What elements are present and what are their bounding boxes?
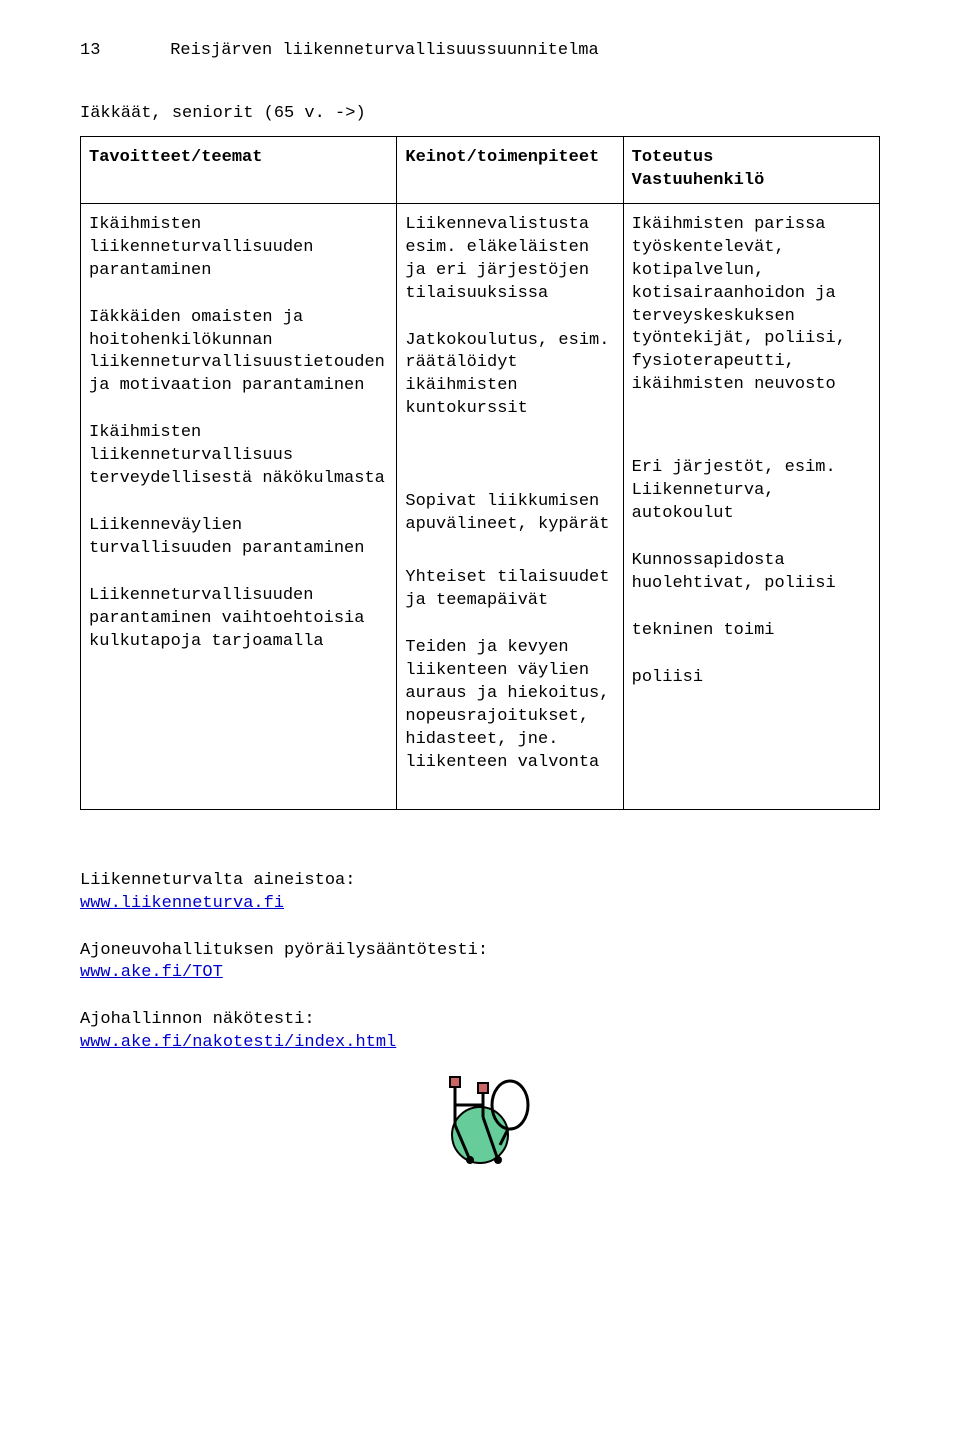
means-text: Liikennevalistusta esim. eläkeläisten ja… [405,214,614,306]
bicycle-icon [420,1065,540,1165]
th-keinot: Keinot/toimenpiteet [397,136,623,203]
source-label: Ajoneuvohallituksen pyöräilysääntötesti: [80,940,880,963]
responsible-text: Ikäihmisten parissa työskentelevät, koti… [632,214,871,398]
th-toteutus-line2: Vastuuhenkilö [632,171,765,190]
goal-text: Liikenneväylien turvallisuuden parantami… [89,515,388,561]
means-text: Teiden ja kevyen liikenteen väylien aura… [405,637,614,775]
goal-text: Ikäihmisten liikenneturvallisuus terveyd… [89,422,388,491]
doc-title: Reisjärven liikenneturvallisuussuunnitel… [170,41,598,60]
source-block: Ajoneuvohallituksen pyöräilysääntötesti:… [80,940,880,986]
table-body-row: Ikäihmisten liikenneturvallisuuden paran… [81,203,880,809]
source-label: Liikenneturvalta aineistoa: [80,870,880,893]
plan-table: Tavoitteet/teemat Keinot/toimenpiteet To… [80,136,880,810]
running-header: 13 Reisjärven liikenneturvallisuussuunni… [80,40,880,63]
source-link[interactable]: www.liikenneturva.fi [80,894,284,913]
cell-keinot: Liikennevalistusta esim. eläkeläisten ja… [397,203,623,809]
responsible-text: Kunnossapidosta huolehtivat, poliisi [632,550,871,596]
responsible-text: poliisi [632,667,871,690]
goal-text: Iäkkäiden omaisten ja hoitohenkilökunnan… [89,307,388,399]
responsible-text: Eri järjestöt, esim. Liikenneturva, auto… [632,457,871,526]
source-block: Ajohallinnon näkötesti: www.ake.fi/nakot… [80,1009,880,1055]
page-number: 13 [80,40,160,63]
means-text: Jatkokoulutus, esim. räätälöidyt ikäihmi… [405,330,614,422]
source-label: Ajohallinnon näkötesti: [80,1009,880,1032]
source-link[interactable]: www.ake.fi/nakotesti/index.html [80,1033,396,1052]
footer-sources: Liikenneturvalta aineistoa: www.liikenne… [80,870,880,1175]
page: 13 Reisjärven liikenneturvallisuussuunni… [0,0,960,1441]
section-subtitle: Iäkkäät, seniorit (65 v. ->) [80,103,880,126]
cell-tavoitteet: Ikäihmisten liikenneturvallisuuden paran… [81,203,397,809]
source-block: Liikenneturvalta aineistoa: www.liikenne… [80,870,880,916]
responsible-text: tekninen toimi [632,620,871,643]
goal-text: Liikenneturvallisuuden parantaminen vaih… [89,585,388,654]
source-link[interactable]: www.ake.fi/TOT [80,963,223,982]
th-toteutus: Toteutus Vastuuhenkilö [623,136,879,203]
th-tavoitteet: Tavoitteet/teemat [81,136,397,203]
goal-text: Ikäihmisten liikenneturvallisuuden paran… [89,214,388,283]
means-text: Yhteiset tilaisuudet ja teemapäivät [405,567,614,613]
table-header-row: Tavoitteet/teemat Keinot/toimenpiteet To… [81,136,880,203]
cell-toteutus: Ikäihmisten parissa työskentelevät, koti… [623,203,879,809]
bicycle-clipart-icon [80,1065,880,1174]
means-text: Sopivat liikkumisen apuvälineet, kypärät [405,491,614,537]
th-toteutus-line1: Toteutus [632,148,714,167]
